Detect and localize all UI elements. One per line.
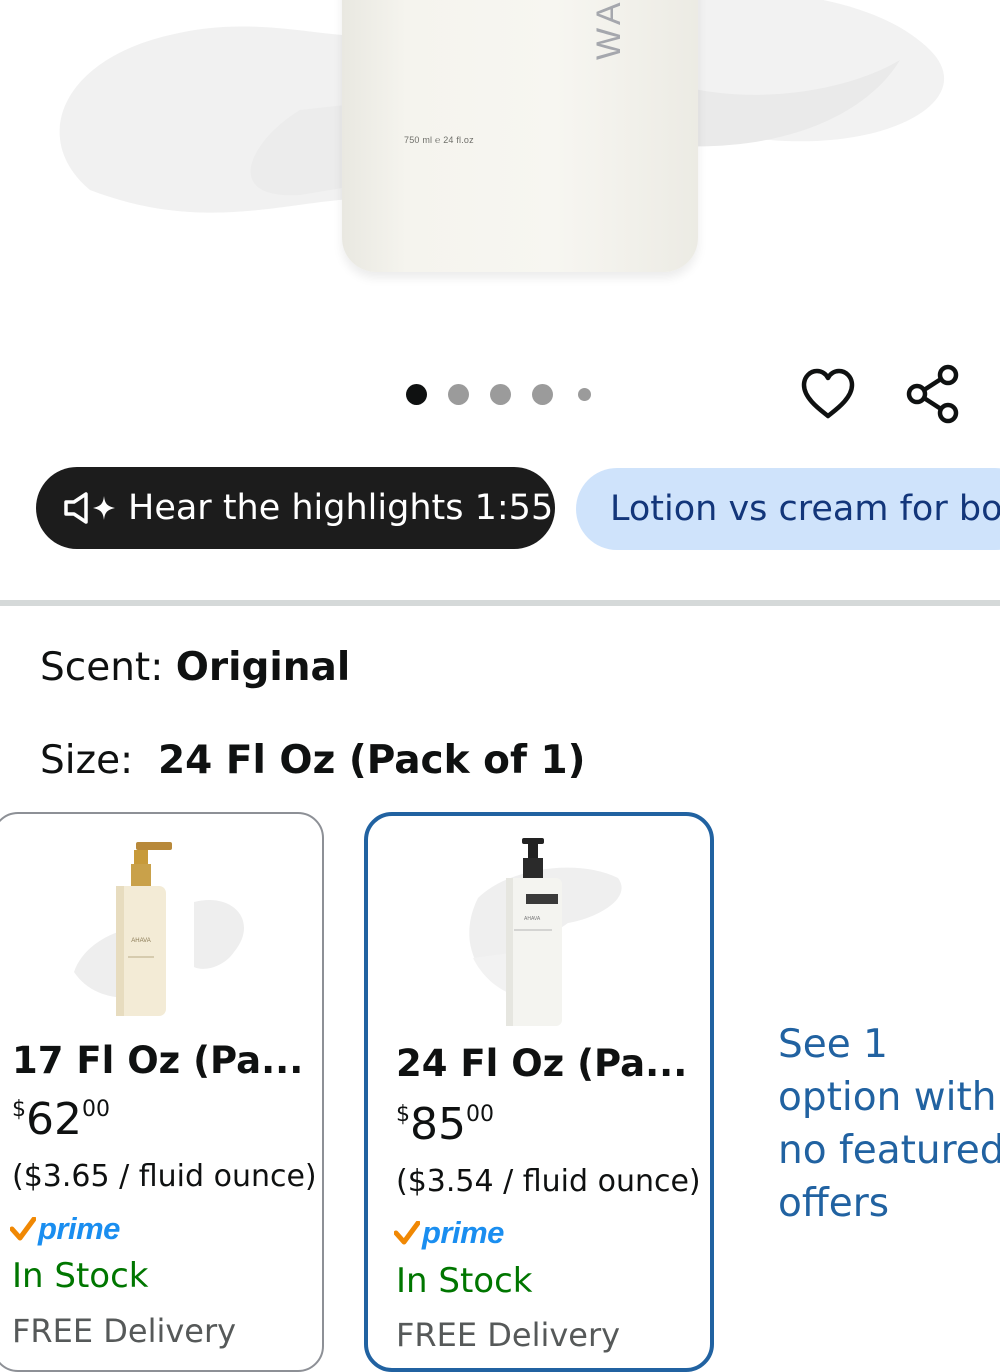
delivery-info: FREE Delivery <box>396 1316 621 1354</box>
product-thumbnail: AHAVA <box>74 842 245 1016</box>
hear-highlights-button[interactable]: Hear the highlights 1:55 <box>36 467 555 549</box>
carousel-dot[interactable] <box>448 383 469 405</box>
carousel-dot[interactable] <box>532 383 553 405</box>
bottle: 750 ml ℮ 24 fl.oz WA <box>342 0 698 272</box>
price-fraction: 00 <box>466 1102 494 1127</box>
scent-value: Original <box>175 645 351 690</box>
carousel-indicator <box>406 383 612 405</box>
heart-icon <box>801 368 855 419</box>
carousel-dot[interactable] <box>490 383 511 405</box>
price-whole: 85 <box>410 1099 466 1150</box>
stock-status: In Stock <box>396 1261 533 1301</box>
size-value: 24 Fl Oz (Pack of 1) <box>158 738 586 783</box>
price-symbol: $ <box>12 1097 26 1122</box>
price-symbol: $ <box>396 1102 410 1127</box>
option-price: $6200 <box>12 1094 110 1145</box>
prime-badge: prime <box>10 1211 120 1246</box>
prime-check-icon <box>10 1217 36 1241</box>
svg-text:AHAVA: AHAVA <box>131 938 150 944</box>
share-button[interactable] <box>903 364 963 424</box>
product-image[interactable]: 750 ml ℮ 24 fl.oz WA <box>0 0 1000 340</box>
hear-highlights-label: Hear the highlights 1:55 <box>128 488 554 528</box>
scent-selection: Scent: Original <box>40 645 350 690</box>
size-selection: Size: 24 Fl Oz (Pack of 1) <box>40 738 585 783</box>
size-option-card[interactable]: AHAVA 17 Fl Oz (Pa... $6200 ($3.65 / flu… <box>0 812 324 1372</box>
stock-status: In Stock <box>12 1256 149 1296</box>
prime-badge: prime <box>394 1215 504 1250</box>
prime-label: prime <box>38 1211 120 1246</box>
option-price: $8500 <box>396 1099 494 1150</box>
scent-label: Scent: <box>40 645 164 690</box>
option-title: 24 Fl Oz (Pa... <box>396 1042 688 1085</box>
carousel-dot-active[interactable] <box>406 383 427 405</box>
share-icon <box>906 364 959 424</box>
price-whole: 62 <box>26 1094 82 1145</box>
delivery-info: FREE Delivery <box>12 1312 237 1350</box>
section-divider <box>0 600 1000 606</box>
question-chip-label: Lotion vs cream for bo <box>610 489 1000 529</box>
prime-check-icon <box>394 1221 420 1245</box>
unit-price: ($3.54 / fluid ounce) <box>396 1164 701 1199</box>
svg-text:AHAVA: AHAVA <box>524 916 541 922</box>
see-more-options-link[interactable]: See 1 option with no featured offers <box>778 1018 1000 1230</box>
question-chip[interactable]: Lotion vs cream for bo <box>576 468 1000 550</box>
bottle-brand-text: WA <box>590 0 628 60</box>
price-fraction: 00 <box>82 1097 110 1122</box>
option-title: 17 Fl Oz (Pa... <box>12 1039 304 1082</box>
speaker-sparkle-icon <box>62 491 118 525</box>
size-label: Size: <box>40 738 134 783</box>
size-option-card-selected[interactable]: AHAVA 24 Fl Oz (Pa... $8500 ($3.54 / flu… <box>364 812 714 1372</box>
unit-price: ($3.65 / fluid ounce) <box>12 1159 317 1194</box>
carousel-dot[interactable] <box>578 387 591 401</box>
product-thumbnail: AHAVA <box>469 838 622 1026</box>
bottle-volume-text: 750 ml ℮ 24 fl.oz <box>404 135 474 145</box>
prime-label: prime <box>422 1215 504 1250</box>
wishlist-button[interactable] <box>798 364 858 424</box>
